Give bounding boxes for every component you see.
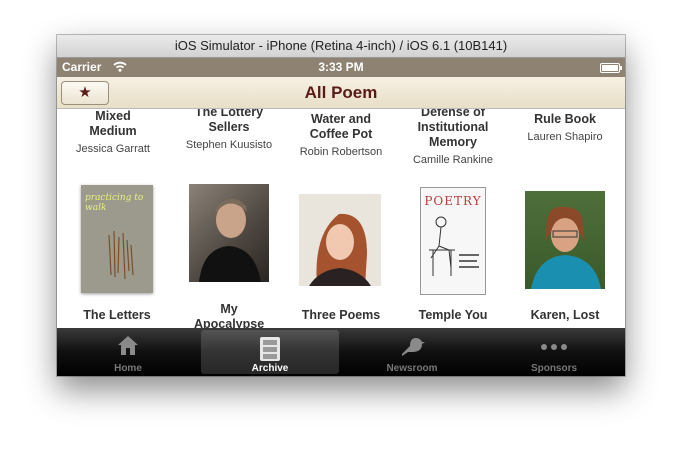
bird-icon xyxy=(398,334,426,363)
tab-newsroom[interactable]: Newsroom xyxy=(341,328,483,376)
poem-title: Three Poems xyxy=(301,308,381,322)
poem-cell[interactable]: The Letters xyxy=(61,308,173,323)
poem-cell[interactable]: Three Poems xyxy=(285,308,397,323)
favorites-button[interactable]: ★ xyxy=(61,81,109,105)
status-bar: Carrier 3:33 PM xyxy=(57,58,625,77)
poem-author: Lauren Shapiro xyxy=(527,131,603,143)
poem-title: Temple You xyxy=(418,308,488,322)
person-silhouette xyxy=(199,198,261,282)
poem-title: Karen, Lost xyxy=(530,308,600,322)
author-photo[interactable] xyxy=(299,194,381,286)
poem-title: Mixed Medium xyxy=(89,109,137,138)
poem-title: My Apocalypse xyxy=(194,302,265,328)
page-title: All Poem xyxy=(304,83,378,102)
poem-cell[interactable]: Temple You xyxy=(397,308,509,323)
tab-archive[interactable]: Archive xyxy=(201,330,339,374)
person-silhouette xyxy=(309,213,371,286)
poem-cell[interactable]: Rule Book Lauren Shapiro xyxy=(509,112,621,144)
tab-bar: Home Archive Newsroom Sponsors xyxy=(57,328,625,376)
simulator-window: iOS Simulator - iPhone (Retina 4-inch) /… xyxy=(57,35,625,376)
tab-sponsors[interactable]: Sponsors xyxy=(483,328,625,376)
status-time: 3:33 PM xyxy=(318,60,364,74)
book-cover-image[interactable]: practicing to walk xyxy=(81,185,153,293)
poem-title: Rule Book xyxy=(534,112,596,126)
tab-label: Home xyxy=(114,363,142,374)
poem-title: Water and Coffee Pot xyxy=(309,112,373,141)
poem-author: Camille Rankine xyxy=(412,154,494,166)
poem-cell[interactable]: The Lottery Sellers Stephen Kuusisto xyxy=(173,109,285,152)
window-title: iOS Simulator - iPhone (Retina 4-inch) /… xyxy=(57,35,625,58)
home-icon xyxy=(116,334,140,361)
poem-cell[interactable]: My Apocalypse xyxy=(173,302,285,328)
author-photo[interactable] xyxy=(189,184,269,282)
person-silhouette xyxy=(531,206,601,289)
more-dots-icon xyxy=(540,338,568,356)
tab-label: Archive xyxy=(251,363,289,374)
tab-home[interactable]: Home xyxy=(57,328,199,376)
tab-label: Sponsors xyxy=(530,363,578,374)
magazine-illustration xyxy=(429,216,479,276)
poem-author: Jessica Garratt xyxy=(76,143,150,155)
poem-author: Stephen Kuusisto xyxy=(185,139,273,151)
cover-art xyxy=(108,230,134,280)
poem-grid[interactable]: Mixed Medium Jessica Garratt The Lottery… xyxy=(57,109,625,328)
tab-label: Newsroom xyxy=(386,363,438,374)
poem-cell[interactable]: Defense of Institutional Memory Camille … xyxy=(397,109,509,167)
poem-author: Robin Robertson xyxy=(299,146,383,158)
magazine-cover[interactable]: POETRY xyxy=(420,187,486,295)
battery-icon xyxy=(600,63,622,73)
navigation-bar: ★ All Poem xyxy=(57,77,625,109)
author-photo[interactable] xyxy=(525,191,605,289)
poem-title: Defense of Institutional Memory xyxy=(417,109,489,149)
poem-cell[interactable]: Karen, Lost xyxy=(509,308,621,323)
poem-cell[interactable]: Mixed Medium Jessica Garratt xyxy=(57,109,169,156)
poem-title: The Letters xyxy=(83,308,151,322)
star-icon: ★ xyxy=(78,84,92,101)
poem-cell[interactable]: Water and Coffee Pot Robin Robertson xyxy=(285,112,397,159)
poem-title: The Lottery Sellers xyxy=(194,109,264,134)
